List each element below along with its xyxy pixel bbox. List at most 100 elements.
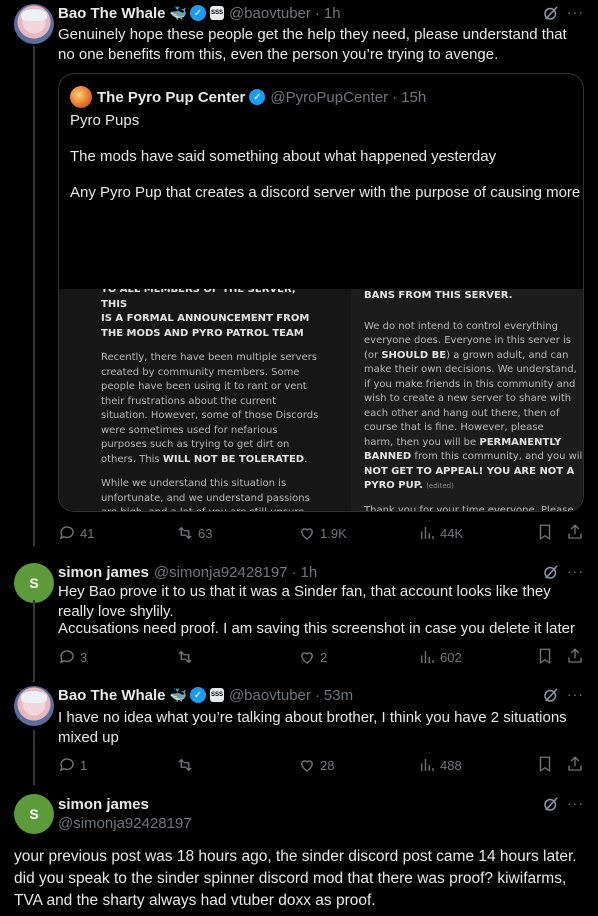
tweet-actions: 3 2 602	[58, 647, 586, 667]
bookmark-button[interactable]	[536, 523, 554, 544]
reply-count: 41	[80, 525, 95, 541]
more-icon[interactable]: ···	[567, 4, 584, 20]
verified-icon[interactable]: ✓	[189, 5, 206, 21]
affiliate-badge[interactable]: SSS	[209, 6, 224, 20]
announcement-punct: .	[304, 453, 308, 465]
handle[interactable]: @simonja92428197	[154, 564, 288, 581]
bookmark-button[interactable]	[536, 755, 554, 776]
tweet-actions: 41 63 1.9K 44K	[58, 523, 586, 543]
view-count: 44K	[440, 525, 464, 541]
display-name[interactable]: simon james	[58, 564, 149, 581]
bookmark-icon	[539, 524, 551, 541]
tweet-header: simon james @simonja92428197 · 1h	[58, 562, 317, 582]
quote-handle: @PyroPupCenter	[270, 88, 389, 106]
quote-text-line: Pyro Pups	[70, 112, 140, 129]
tweet-actions: 1 28 488	[58, 755, 586, 775]
reply-count: 3	[80, 649, 88, 665]
avatar[interactable]	[14, 686, 54, 726]
quote-image[interactable]: TO ALL MEMBERS OF THE SERVER, THIS IS A F…	[59, 289, 584, 511]
grok-icon[interactable]	[542, 686, 560, 704]
announcement-paragraph: ) a grown adult, and can make their own …	[364, 349, 577, 434]
tweet-text: I have no idea what you’re talking about…	[58, 709, 567, 746]
handle[interactable]: @baovtuber	[229, 687, 311, 704]
thread-line	[33, 600, 35, 682]
announcement-emphasis: SHOULD BE	[381, 349, 447, 361]
repost-button[interactable]: 63	[176, 523, 212, 543]
thread-line	[33, 46, 35, 546]
bookmark-icon	[539, 648, 551, 665]
timestamp[interactable]: 1h	[324, 5, 341, 22]
grok-icon[interactable]	[542, 795, 560, 813]
handle[interactable]: @baovtuber	[229, 5, 311, 22]
reply-button[interactable]: 3	[58, 647, 87, 667]
share-button[interactable]	[566, 523, 584, 544]
whale-emoji: 🐳	[169, 686, 187, 703]
like-count: 1.9K	[320, 525, 347, 541]
more-icon[interactable]: ···	[567, 795, 584, 811]
quote-text-line: The mods have said something about what …	[70, 148, 497, 165]
quote-text-line: Any Pyro Pup that creates a discord serv…	[70, 184, 584, 201]
handle[interactable]: @simonja92428197	[58, 815, 192, 832]
announcement-emphasis: WILL NOT BE TOLERATED	[162, 453, 305, 465]
announcement-left-column: TO ALL MEMBERS OF THE SERVER, THIS IS A F…	[101, 289, 323, 511]
share-icon	[568, 524, 582, 539]
more-icon[interactable]: ···	[567, 686, 584, 702]
verified-icon[interactable]: ✓	[189, 687, 206, 703]
announcement-paragraph: harm, then you will be	[364, 436, 477, 448]
announcement-paragraph: Recently, there have been multiple serve…	[101, 352, 319, 465]
reply-icon	[59, 650, 74, 664]
dot-separator: ·	[291, 563, 297, 581]
dot-separator: ·	[314, 4, 320, 22]
repost-button[interactable]	[176, 647, 198, 667]
like-button[interactable]: 28	[298, 755, 334, 775]
share-icon	[568, 756, 582, 771]
bookmark-icon	[539, 756, 551, 773]
avatar[interactable]: S	[14, 794, 54, 834]
verified-icon: ✓	[249, 89, 266, 105]
like-button[interactable]: 1.9K	[298, 523, 347, 543]
reply-button[interactable]: 41	[58, 523, 94, 543]
edited-label: (edited)	[426, 482, 454, 490]
announcement-emphasis: NOT GET TO APPEAL! YOU ARE NOT A PYRO PU…	[364, 465, 575, 492]
grok-icon[interactable]	[542, 4, 560, 22]
display-name[interactable]: Bao The Whale	[58, 687, 166, 704]
view-count: 602	[440, 649, 462, 665]
reply-button[interactable]: 1	[58, 755, 87, 775]
reply-icon	[59, 758, 74, 772]
announcement-right-column: BANS FROM THIS SERVER. We do not intend …	[364, 289, 584, 511]
repost-count: 63	[198, 525, 213, 541]
reply-icon	[59, 526, 74, 540]
timestamp[interactable]: 1h	[301, 564, 318, 581]
grok-icon[interactable]	[542, 563, 560, 581]
tweet-text: Genuinely hope these people get the help…	[58, 26, 567, 63]
avatar[interactable]: S	[14, 563, 54, 603]
thread-line	[33, 730, 35, 785]
view-count: 488	[440, 757, 462, 773]
timestamp[interactable]: 53m	[324, 687, 353, 704]
quote-display-name[interactable]: The Pyro Pup Center	[97, 89, 245, 106]
announcement-heading-top: TO ALL MEMBERS OF THE SERVER, THIS	[101, 289, 296, 310]
display-name[interactable]: simon james	[58, 796, 149, 813]
avatar[interactable]	[14, 4, 54, 44]
dot-separator: ·	[314, 686, 320, 704]
share-button[interactable]	[566, 755, 584, 776]
tweet-text: Hey Bao prove it to us that it was a Sin…	[58, 583, 551, 620]
quoted-tweet[interactable]: The Pyro Pup Center ✓ @PyroPupCenter · 1…	[58, 73, 584, 512]
reply-count: 1	[80, 757, 88, 773]
share-button[interactable]	[566, 647, 584, 668]
repost-button[interactable]	[176, 755, 198, 775]
views-button[interactable]: 44K	[418, 523, 463, 543]
quote-avatar[interactable]	[70, 86, 92, 108]
bookmark-button[interactable]	[536, 647, 554, 668]
announcement-paragraph: from this community, and you will	[414, 451, 584, 462]
tweet-header: simon james	[58, 794, 149, 814]
repost-icon	[178, 526, 192, 540]
views-button[interactable]: 602	[418, 647, 462, 667]
tweet-header: Bao The Whale 🐳 ✓ SSS @baovtuber · 53m	[58, 685, 353, 705]
like-button[interactable]: 2	[298, 647, 327, 667]
affiliate-badge[interactable]: SSS	[209, 688, 224, 702]
views-button[interactable]: 488	[418, 755, 462, 775]
display-name[interactable]: Bao The Whale	[58, 5, 166, 22]
tweet-text: Accusations need proof. I am saving this…	[58, 620, 575, 637]
more-icon[interactable]: ···	[567, 563, 584, 579]
